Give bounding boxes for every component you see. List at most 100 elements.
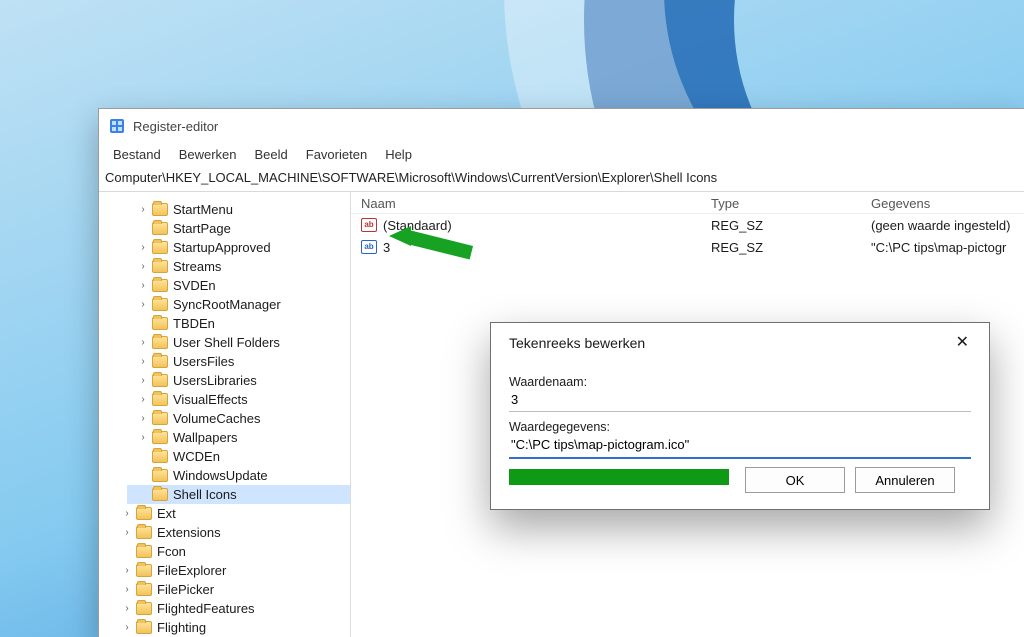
expander-icon[interactable]: ›	[137, 204, 149, 215]
titlebar[interactable]: Register-editor	[99, 109, 1024, 143]
folder-icon	[152, 203, 168, 216]
tree-item[interactable]: WCDEn	[127, 447, 350, 466]
tree-item-label: FilePicker	[157, 582, 214, 597]
tree-item-label: UsersFiles	[173, 354, 234, 369]
tree-item[interactable]: ›FlightedFeatures	[111, 599, 350, 618]
tree-item-label: StartPage	[173, 221, 231, 236]
folder-icon	[136, 526, 152, 539]
expander-icon[interactable]: ›	[121, 527, 133, 538]
column-data[interactable]: Gegevens	[871, 196, 1024, 211]
tree-item-label: Fcon	[157, 544, 186, 559]
folder-icon	[152, 317, 168, 330]
cancel-button[interactable]: Annuleren	[855, 467, 955, 493]
tree-item[interactable]: ›Ext	[111, 504, 350, 523]
tree-item[interactable]: › FilePicker	[111, 580, 350, 599]
tree-item-label: SVDEn	[173, 278, 216, 293]
folder-icon	[136, 564, 152, 577]
tree-item[interactable]: ›VolumeCaches	[127, 409, 350, 428]
ok-button[interactable]: OK	[745, 467, 845, 493]
tree-item[interactable]: › VisualEffects	[127, 390, 350, 409]
expander-icon[interactable]: ›	[137, 299, 149, 310]
tree-item[interactable]: › Wallpapers	[127, 428, 350, 447]
tree-item[interactable]: › SyncRootManager	[127, 295, 350, 314]
tree-item[interactable]: Fcon	[111, 542, 350, 561]
tree-item-label: User Shell Folders	[173, 335, 280, 350]
expander-icon[interactable]: ›	[137, 261, 149, 272]
tree-item[interactable]: Shell Icons	[127, 485, 350, 504]
folder-icon	[152, 260, 168, 273]
value-name-field: 3	[509, 389, 971, 412]
tree-item-label: Shell Icons	[173, 487, 237, 502]
close-icon[interactable]: ✕	[950, 333, 975, 353]
menu-view[interactable]: Beeld	[255, 147, 288, 162]
value-name-label: Waardenaam:	[509, 375, 971, 389]
registry-tree[interactable]: ›StartMenu StartPage › StartupApproved ›Stre…	[99, 192, 351, 637]
folder-icon	[152, 469, 168, 482]
expander-icon[interactable]: ›	[137, 356, 149, 367]
tree-item-label: WCDEn	[173, 449, 220, 464]
value-data: (geen waarde ingesteld)	[871, 218, 1024, 233]
menu-edit[interactable]: Bewerken	[179, 147, 237, 162]
column-type[interactable]: Type	[711, 196, 871, 211]
tree-item-label: StartupApproved	[173, 240, 271, 255]
menu-favorites[interactable]: Favorieten	[306, 147, 367, 162]
folder-icon	[152, 412, 168, 425]
expander-icon[interactable]: ›	[137, 242, 149, 253]
expander-icon[interactable]: ›	[137, 432, 149, 443]
tree-item[interactable]: ›Streams	[127, 257, 350, 276]
tree-item[interactable]: ›StartMenu	[127, 200, 350, 219]
tree-item[interactable]: TBDEn	[127, 314, 350, 333]
folder-icon	[152, 355, 168, 368]
string-value-icon	[361, 240, 377, 254]
expander-icon[interactable]: ›	[137, 280, 149, 291]
tree-item[interactable]: › StartupApproved	[127, 238, 350, 257]
folder-icon	[136, 583, 152, 596]
tree-item[interactable]: › Extensions	[111, 523, 350, 542]
expander-icon[interactable]: ›	[137, 413, 149, 424]
expander-icon[interactable]: ›	[121, 584, 133, 595]
expander-icon[interactable]: ›	[121, 603, 133, 614]
string-value-icon	[361, 218, 377, 232]
expander-icon[interactable]: ›	[121, 622, 133, 633]
folder-icon	[152, 431, 168, 444]
tree-item-label: FileExplorer	[157, 563, 226, 578]
folder-icon	[152, 298, 168, 311]
tree-item[interactable]: › UsersFiles	[127, 352, 350, 371]
list-header: Naam Type Gegevens	[351, 192, 1024, 214]
tree-item[interactable]: › User Shell Folders	[127, 333, 350, 352]
menu-help[interactable]: Help	[385, 147, 412, 162]
folder-icon	[152, 450, 168, 463]
tree-item-label: SyncRootManager	[173, 297, 281, 312]
tree-item[interactable]: › UsersLibraries	[127, 371, 350, 390]
folder-icon	[136, 507, 152, 520]
tree-item-label: VisualEffects	[173, 392, 248, 407]
tree-item-label: Wallpapers	[173, 430, 238, 445]
tree-item[interactable]: ›Flighting	[111, 618, 350, 637]
address-bar[interactable]: Computer\HKEY_LOCAL_MACHINE\SOFTWARE\Mic…	[99, 168, 1024, 192]
folder-icon	[152, 241, 168, 254]
folder-icon	[152, 393, 168, 406]
tree-item[interactable]: StartPage	[127, 219, 350, 238]
tree-item[interactable]: › FileExplorer	[111, 561, 350, 580]
folder-icon	[152, 374, 168, 387]
menu-file[interactable]: Bestand	[113, 147, 161, 162]
edit-string-dialog: Tekenreeks bewerken ✕ Waardenaam: 3 Waar…	[490, 322, 990, 510]
folder-icon	[136, 602, 152, 615]
tree-item[interactable]: WindowsUpdate	[127, 466, 350, 485]
value-data-label: Waardegegevens:	[509, 420, 971, 434]
expander-icon[interactable]: ›	[121, 508, 133, 519]
annotation-highlight	[509, 469, 729, 485]
expander-icon[interactable]: ›	[121, 565, 133, 576]
tree-item[interactable]: › SVDEn	[127, 276, 350, 295]
expander-icon[interactable]: ›	[137, 394, 149, 405]
folder-icon	[136, 621, 152, 634]
tree-item-label: UsersLibraries	[173, 373, 257, 388]
tree-item-label: Extensions	[157, 525, 221, 540]
expander-icon[interactable]: ›	[137, 375, 149, 386]
value-type: REG_SZ	[711, 240, 871, 255]
value-data: "C:\PC tips\map-pictogr	[871, 240, 1024, 255]
value-data-input[interactable]	[509, 434, 971, 459]
column-name[interactable]: Naam	[351, 196, 711, 211]
value-type: REG_SZ	[711, 218, 871, 233]
expander-icon[interactable]: ›	[137, 337, 149, 348]
